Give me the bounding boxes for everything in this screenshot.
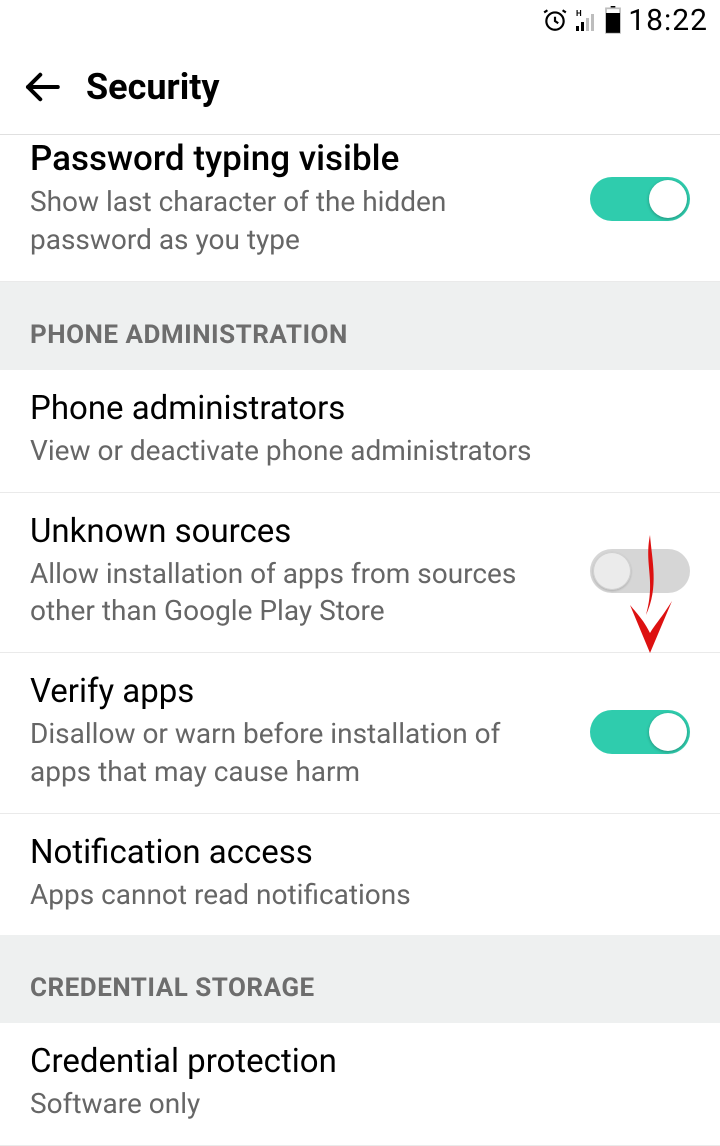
- row-credential-protection[interactable]: Credential protection Software only: [0, 1023, 720, 1146]
- row-password-typing-visible[interactable]: Password typing visible Show last charac…: [0, 135, 720, 282]
- row-desc: View or deactivate phone administrators: [30, 432, 690, 470]
- row-title: Verify apps: [30, 673, 566, 711]
- page-title: Security: [86, 66, 220, 108]
- section-header-phone-admin: PHONE ADMINISTRATION: [0, 282, 720, 370]
- status-bar: H 18:22: [0, 0, 720, 40]
- app-bar: Security: [0, 40, 720, 135]
- section-header-credential-storage: CREDENTIAL STORAGE: [0, 935, 720, 1023]
- row-desc: Show last character of the hidden passwo…: [30, 183, 566, 259]
- battery-icon: [604, 6, 622, 34]
- row-notification-access[interactable]: Notification access Apps cannot read not…: [0, 814, 720, 936]
- alarm-icon: [542, 7, 568, 33]
- row-desc: Apps cannot read notifications: [30, 876, 690, 914]
- toggle-verify-apps[interactable]: [590, 710, 690, 754]
- row-desc: Software only: [30, 1085, 690, 1123]
- status-time: 18:22: [628, 3, 708, 38]
- row-title: Credential protection: [30, 1043, 690, 1081]
- svg-text:H: H: [576, 9, 582, 18]
- row-desc: Disallow or warn before installation of …: [30, 715, 566, 791]
- signal-icon: H: [574, 7, 598, 33]
- row-phone-administrators[interactable]: Phone administrators View or deactivate …: [0, 370, 720, 493]
- toggle-password-visible[interactable]: [590, 177, 690, 221]
- row-title: Password typing visible: [30, 139, 566, 179]
- row-title: Notification access: [30, 834, 690, 872]
- toggle-unknown-sources[interactable]: [590, 549, 690, 593]
- row-title: Unknown sources: [30, 513, 566, 551]
- back-button[interactable]: [20, 65, 64, 109]
- row-unknown-sources[interactable]: Unknown sources Allow installation of ap…: [0, 493, 720, 654]
- row-title: Phone administrators: [30, 390, 690, 428]
- row-desc: Allow installation of apps from sources …: [30, 555, 566, 631]
- row-verify-apps[interactable]: Verify apps Disallow or warn before inst…: [0, 653, 720, 814]
